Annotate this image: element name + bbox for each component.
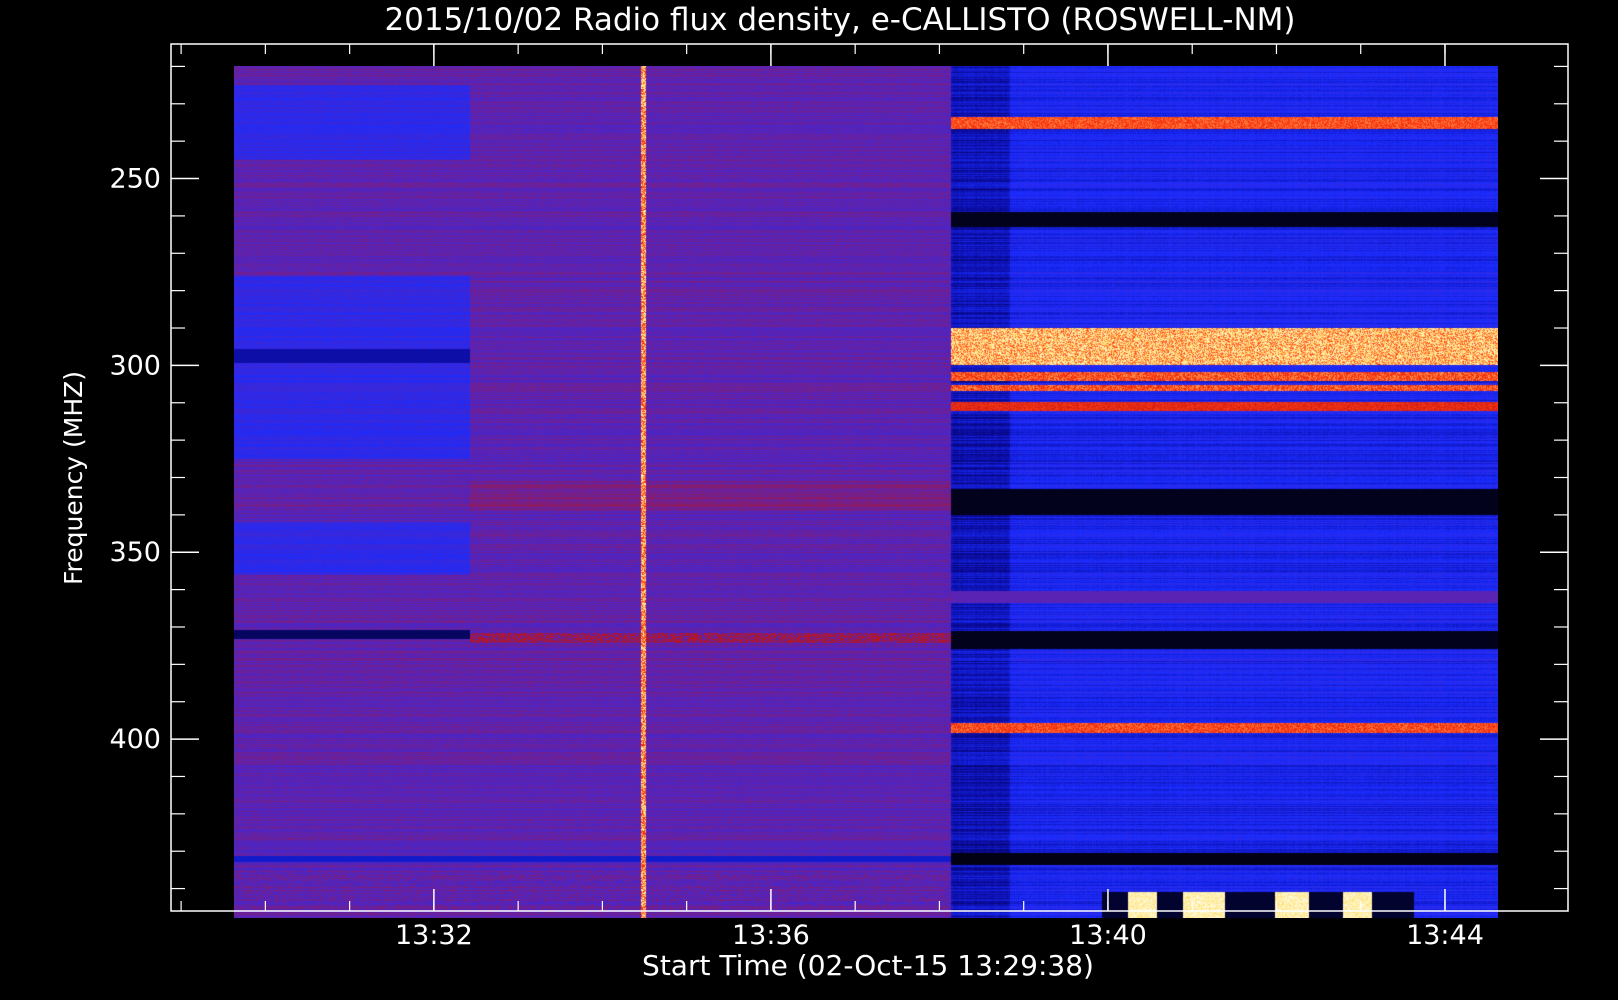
x-axis-label: Start Time (02-Oct-15 13:29:38): [642, 949, 1094, 982]
x-tick-label: 13:40: [1069, 920, 1147, 951]
chart-title: 2015/10/02 Radio flux density, e-CALLIST…: [384, 2, 1295, 38]
y-tick-label: 250: [109, 164, 161, 195]
y-tick-label: 300: [109, 350, 161, 381]
x-tick-label: 13:36: [732, 920, 810, 951]
spectrogram-chart: 2015/10/02 Radio flux density, e-CALLIST…: [59, 2, 1569, 982]
spectrogram-heatmap: [234, 66, 1498, 918]
y-tick-label: 350: [109, 537, 161, 568]
x-tick-label: 13:32: [395, 920, 473, 951]
spectrogram-image: [234, 66, 1498, 918]
y-tick-label: 400: [109, 724, 161, 755]
y-axis-label: Frequency (MHZ): [59, 371, 88, 585]
x-tick-label: 13:44: [1406, 920, 1484, 951]
